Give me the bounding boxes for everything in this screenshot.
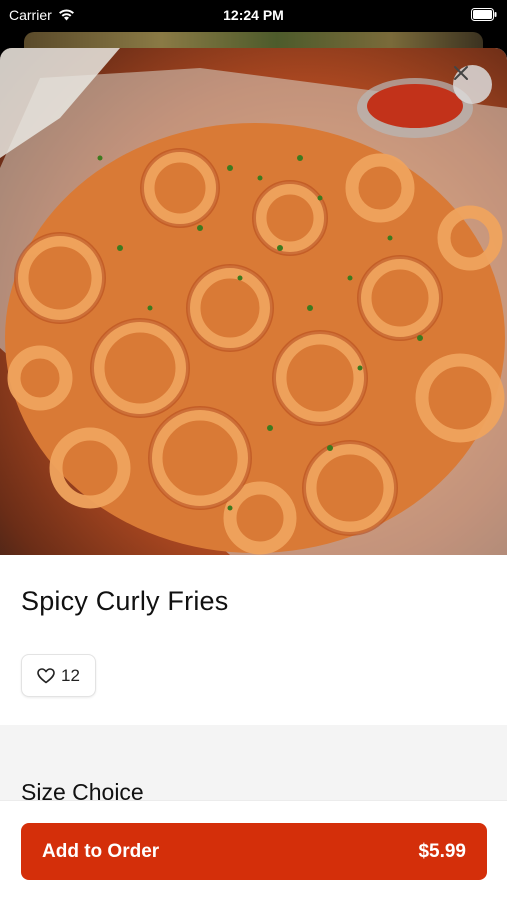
curly-fries-illustration (0, 48, 507, 555)
close-button[interactable] (453, 65, 492, 104)
add-to-order-label: Add to Order (42, 840, 160, 862)
clock: 12:24 PM (223, 7, 284, 23)
close-icon (454, 66, 468, 80)
add-to-order-button[interactable]: Add to Order $5.99 (21, 823, 487, 880)
heart-icon (37, 667, 55, 683)
item-detail-sheet: Spicy Curly Fries 12 Size Choice Add to … (0, 48, 507, 900)
status-bar: Carrier 12:24 PM (0, 0, 507, 32)
battery-icon (471, 8, 497, 21)
like-button[interactable]: 12 (21, 654, 96, 697)
price-label: $5.99 (418, 840, 466, 862)
item-photo (0, 48, 507, 555)
item-title: Spicy Curly Fries (21, 586, 229, 616)
bottom-action-bar: Add to Order $5.99 (0, 800, 507, 900)
like-count: 12 (61, 665, 80, 685)
